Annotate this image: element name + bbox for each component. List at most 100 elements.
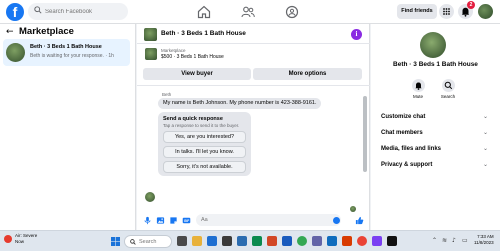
mute-button[interactable]: Mute: [408, 79, 428, 99]
customize-chat-row[interactable]: Customize chat ⌄: [371, 110, 500, 126]
find-friends-button[interactable]: Find friends: [397, 4, 437, 19]
battery-icon[interactable]: ▭: [462, 237, 468, 244]
chevron-down-icon: ⌄: [483, 113, 489, 120]
chevron-down-icon: ⌄: [483, 145, 489, 152]
mute-label: Mute: [412, 94, 423, 99]
app-icon[interactable]: [372, 236, 382, 246]
teams-icon[interactable]: [312, 236, 322, 246]
word-icon[interactable]: [282, 236, 292, 246]
account-avatar[interactable]: [478, 4, 493, 19]
quick-response-title: Send a quick response: [163, 116, 223, 122]
search-label: Search: [440, 94, 456, 99]
gif-icon[interactable]: GIF: [182, 216, 191, 225]
sender-name: Beth: [162, 92, 172, 97]
air-quality-icon[interactable]: [4, 235, 12, 243]
weather-subtitle: Now: [15, 238, 25, 244]
taskview-icon[interactable]: [177, 236, 187, 246]
facebook-logo[interactable]: f: [6, 3, 24, 21]
top-navigation-bar: f Find friends 2: [0, 0, 500, 24]
weather-widget[interactable]: Air: Severe Now: [15, 233, 37, 244]
chrome-icon[interactable]: [297, 236, 307, 246]
emoji-icon[interactable]: [333, 217, 340, 224]
powerpoint-icon[interactable]: [267, 236, 277, 246]
volume-icon[interactable]: ♪: [452, 237, 456, 244]
taskbar-clock[interactable]: 7:33 AM 11/8/2023: [474, 234, 494, 246]
contact-name: Beth · 3 Beds 1 Bath House: [393, 61, 478, 68]
quick-response-option[interactable]: In talks. I'll let you know.: [163, 146, 246, 158]
search-in-conversation-button[interactable]: Search: [438, 79, 458, 99]
message-bubble: My name is Beth Johnson. My phone number…: [158, 98, 322, 109]
quick-response-option[interactable]: Yes, are you interested?: [163, 131, 246, 143]
quick-response-option[interactable]: Sorry, it's not available.: [163, 161, 246, 173]
listing-summary: Marketplace $500 · 3 Beds 1 Bath House V…: [137, 44, 370, 86]
marketplace-inbox-panel: ← Marketplace Beth · 3 Beds 1 Bath House…: [0, 24, 136, 230]
store-icon[interactable]: [222, 236, 232, 246]
chevron-down-icon: ⌄: [483, 161, 489, 168]
outlook-icon[interactable]: [327, 236, 337, 246]
facebook-search-box[interactable]: [28, 3, 128, 20]
panel-title: Marketplace: [19, 26, 74, 37]
excel-icon[interactable]: [252, 236, 262, 246]
search-icon: [130, 239, 136, 245]
row-label: Chat members: [381, 130, 423, 136]
groups-icon[interactable]: [284, 4, 300, 20]
app-icon[interactable]: [237, 236, 247, 246]
quick-response-subtitle: Tap a response to send it to the buyer.: [163, 123, 240, 128]
like-thumb-icon[interactable]: [355, 216, 364, 225]
chat-scrollbar[interactable]: [363, 96, 367, 172]
quick-response-card: Send a quick response Tap a response to …: [158, 112, 251, 176]
info-icon[interactable]: i: [351, 29, 362, 40]
search-icon: [34, 6, 42, 14]
contact-avatar[interactable]: [420, 32, 446, 58]
friends-icon[interactable]: [240, 4, 256, 20]
back-arrow-icon[interactable]: ←: [6, 27, 14, 37]
wifi-icon[interactable]: ≋: [442, 237, 447, 244]
message-input[interactable]: [196, 214, 341, 226]
chat-title[interactable]: Beth · 3 Beds 1 Bath House: [161, 30, 246, 37]
row-label: Media, files and links: [381, 146, 442, 152]
bell-icon: [411, 79, 425, 92]
chevron-up-icon[interactable]: ⌃: [432, 237, 437, 244]
clock-date: 11/8/2023: [474, 240, 494, 245]
more-options-button[interactable]: More options: [253, 68, 362, 80]
conversation-name: Beth · 3 Beds 1 Bath House: [30, 44, 102, 50]
conversation-details-panel: Beth · 3 Beds 1 Bath House Mute Search C…: [371, 24, 500, 230]
svg-text:GIF: GIF: [184, 219, 189, 223]
listing-source-label: Marketplace: [161, 48, 186, 53]
message-composer: GIF: [137, 210, 370, 230]
listing-thumbnail: [144, 28, 157, 41]
listing-thumbnail: [6, 43, 25, 62]
sticker-icon[interactable]: [169, 216, 178, 225]
weather-title: Air: Severe: [15, 233, 38, 238]
privacy-support-row[interactable]: Privacy & support ⌄: [371, 158, 500, 174]
chat-header: Beth · 3 Beds 1 Bath House i: [137, 24, 370, 44]
conversation-list-item[interactable]: Beth · 3 Beds 1 Bath House Beth is waiti…: [3, 39, 130, 66]
windows-start-icon[interactable]: [111, 237, 120, 246]
windows-taskbar: Air: Severe Now ⌃ ≋ ♪ ▭ 7:33 AM 11/8/202…: [0, 230, 500, 251]
row-label: Customize chat: [381, 114, 426, 120]
file-explorer-icon[interactable]: [192, 236, 202, 246]
browser-icon[interactable]: [357, 236, 367, 246]
home-icon[interactable]: [196, 4, 212, 20]
media-files-links-row[interactable]: Media, files and links ⌄: [371, 142, 500, 158]
mic-icon[interactable]: [143, 216, 152, 225]
photo-icon[interactable]: [156, 216, 165, 225]
search-icon: [441, 79, 455, 92]
chevron-down-icon: ⌄: [483, 129, 489, 136]
app-icon[interactable]: [387, 236, 397, 246]
menu-button[interactable]: [439, 4, 454, 19]
edge-icon[interactable]: [207, 236, 217, 246]
sender-avatar: [145, 192, 155, 202]
message-thread: Beth My name is Beth Johnson. My phone n…: [137, 86, 370, 223]
chat-members-row[interactable]: Chat members ⌄: [371, 126, 500, 142]
office-icon[interactable]: [342, 236, 352, 246]
taskbar-search-box[interactable]: [124, 235, 172, 248]
row-label: Privacy & support: [381, 162, 433, 168]
view-buyer-button[interactable]: View buyer: [143, 68, 251, 80]
menu-grid-icon: [443, 8, 450, 15]
listing-thumbnail: [145, 48, 157, 60]
taskbar-search-input[interactable]: [139, 236, 169, 248]
listing-details[interactable]: $500 · 3 Beds 1 Bath House: [161, 54, 224, 60]
facebook-search-input[interactable]: [45, 3, 125, 20]
conversation-preview: Beth is waiting for your response. · 1h: [30, 53, 114, 59]
